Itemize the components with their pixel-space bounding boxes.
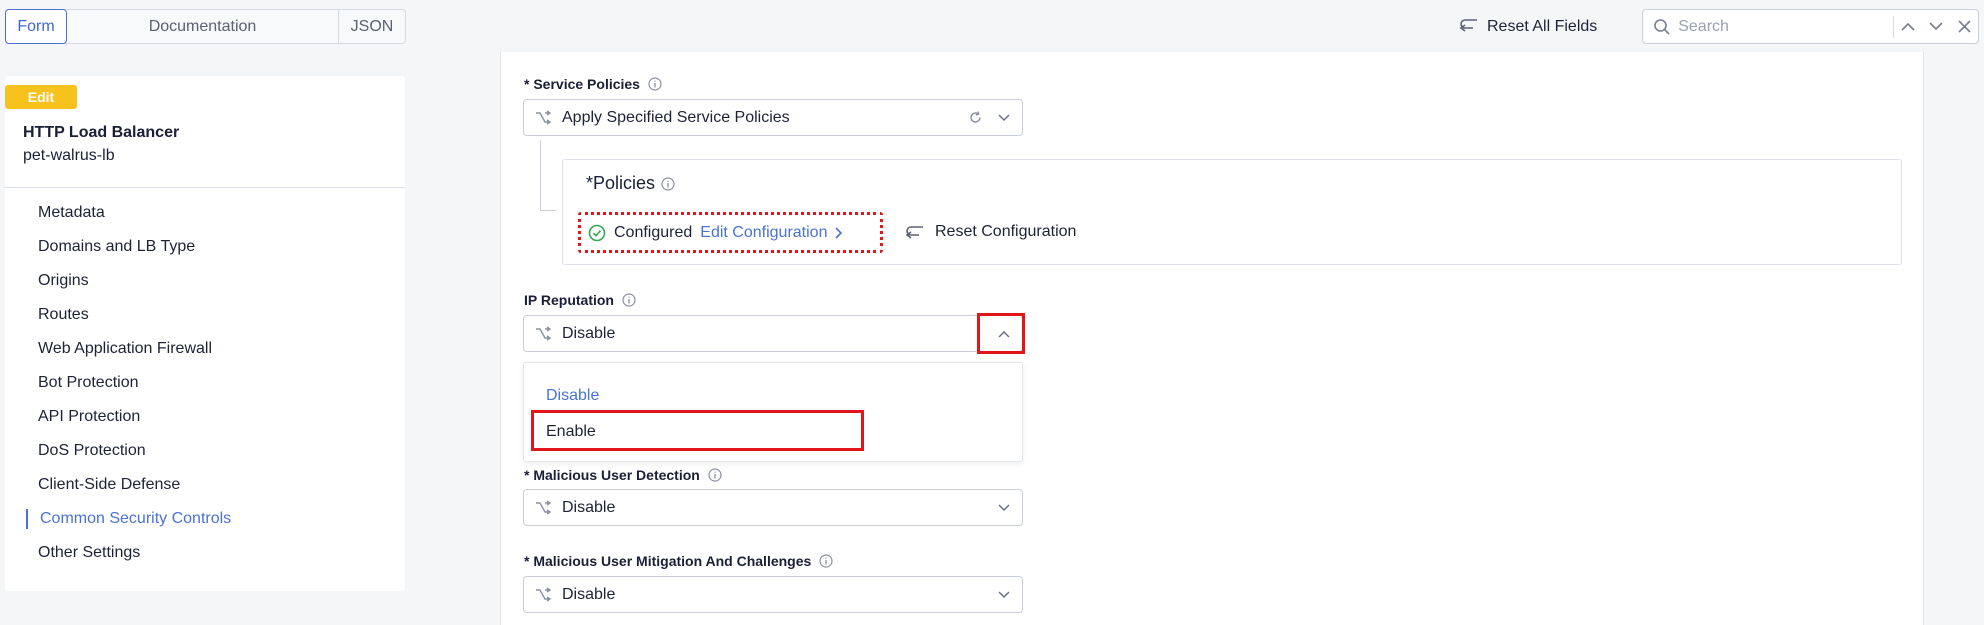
reset-configuration-label: Reset Configuration	[935, 223, 1077, 240]
ip-reputation-label: IP Reputation	[524, 292, 636, 308]
service-policies-label-text: * Service Policies	[524, 76, 640, 92]
chevron-down-icon[interactable]	[986, 590, 1022, 599]
sidebar-item-dos-protection[interactable]: DoS Protection	[5, 434, 405, 468]
chevron-up-icon	[1901, 22, 1915, 31]
merge-icon	[534, 586, 554, 603]
sidebar: Edit HTTP Load Balancer pet-walrus-lb Me…	[5, 76, 405, 591]
search-prev-button[interactable]	[1894, 22, 1922, 31]
edit-badge: Edit	[5, 85, 77, 109]
configured-status: Configured	[614, 223, 693, 241]
undo-arrow-icon	[905, 224, 925, 240]
tab-json[interactable]: JSON	[339, 10, 405, 43]
info-icon[interactable]	[661, 176, 675, 191]
sidebar-item-client-side-defense[interactable]: Client-Side Defense	[5, 468, 405, 502]
ip-reputation-value: Disable	[562, 324, 616, 342]
chevron-down-icon[interactable]	[986, 113, 1022, 122]
policies-title: *Policies	[586, 173, 675, 194]
edit-configuration-label: Edit Configuration	[700, 223, 828, 241]
malicious-user-detection-value: Disable	[562, 498, 616, 516]
policies-status-highlight: Configured Edit Configuration	[578, 212, 883, 253]
object-name: pet-walrus-lb	[23, 147, 115, 164]
tab-documentation[interactable]: Documentation	[67, 10, 339, 43]
top-bar: Form Documentation JSON Reset All Fields	[0, 0, 1984, 52]
reset-all-fields-button[interactable]: Reset All Fields	[1459, 14, 1597, 40]
malicious-user-mitigation-label-text: * Malicious User Mitigation And Challeng…	[524, 553, 812, 569]
merge-icon	[534, 109, 554, 126]
policies-title-text: *Policies	[586, 173, 656, 193]
chevron-highlight	[977, 313, 1025, 354]
view-tabs: Form Documentation JSON	[5, 9, 406, 44]
refresh-icon[interactable]	[964, 111, 986, 124]
malicious-user-mitigation-select[interactable]: Disable	[523, 576, 1023, 613]
search-icon	[1653, 18, 1672, 36]
tab-form[interactable]: Form	[5, 9, 67, 44]
ip-reputation-select[interactable]: Disable	[523, 315, 1023, 352]
chevron-down-icon	[1929, 22, 1943, 31]
service-policies-value: Apply Specified Service Policies	[562, 108, 790, 126]
merge-icon	[534, 325, 554, 342]
sidebar-item-origins[interactable]: Origins	[5, 264, 405, 298]
enable-option-highlight	[531, 410, 864, 451]
malicious-user-mitigation-value: Disable	[562, 585, 616, 603]
reset-configuration-button[interactable]: Reset Configuration	[905, 223, 1076, 241]
option-disable[interactable]: Disable	[546, 387, 599, 405]
sidebar-item-metadata[interactable]: Metadata	[5, 196, 405, 230]
sidebar-item-domains-lb-type[interactable]: Domains and LB Type	[5, 230, 405, 264]
service-policies-label: * Service Policies	[524, 76, 662, 92]
merge-icon	[534, 499, 554, 516]
search-next-button[interactable]	[1922, 22, 1950, 31]
sidebar-divider	[5, 187, 405, 188]
sidebar-nav: Metadata Domains and LB Type Origins Rou…	[5, 196, 405, 570]
undo-arrow-icon	[1459, 17, 1479, 38]
tree-connector-line	[540, 140, 541, 210]
info-icon[interactable]	[708, 468, 722, 482]
sidebar-item-bot-protection[interactable]: Bot Protection	[5, 366, 405, 400]
sidebar-item-common-security-controls[interactable]: Common Security Controls	[5, 502, 405, 536]
sidebar-item-waf[interactable]: Web Application Firewall	[5, 332, 405, 366]
reset-all-label: Reset All Fields	[1487, 18, 1598, 35]
search-box	[1642, 9, 1979, 44]
close-icon	[1957, 20, 1971, 33]
object-type-title: HTTP Load Balancer	[23, 124, 180, 141]
ip-reputation-label-text: IP Reputation	[524, 292, 614, 308]
chevron-right-icon	[835, 226, 843, 239]
tree-connector-branch	[540, 210, 556, 211]
sidebar-item-routes[interactable]: Routes	[5, 298, 405, 332]
malicious-user-detection-label: * Malicious User Detection	[524, 467, 722, 483]
info-icon[interactable]	[622, 293, 636, 307]
chevron-down-icon[interactable]	[986, 503, 1022, 512]
info-icon[interactable]	[819, 554, 833, 568]
malicious-user-detection-select[interactable]: Disable	[523, 489, 1023, 526]
malicious-user-mitigation-label: * Malicious User Mitigation And Challeng…	[524, 553, 833, 569]
check-circle-icon	[588, 224, 606, 242]
search-close-button[interactable]	[1950, 20, 1978, 33]
service-policies-select[interactable]: Apply Specified Service Policies	[523, 99, 1023, 136]
sidebar-item-other-settings[interactable]: Other Settings	[5, 536, 405, 570]
search-input[interactable]	[1676, 16, 1888, 37]
edit-configuration-link[interactable]: Edit Configuration	[700, 224, 843, 242]
info-icon[interactable]	[648, 77, 662, 91]
malicious-user-detection-label-text: * Malicious User Detection	[524, 467, 700, 483]
sidebar-item-api-protection[interactable]: API Protection	[5, 400, 405, 434]
